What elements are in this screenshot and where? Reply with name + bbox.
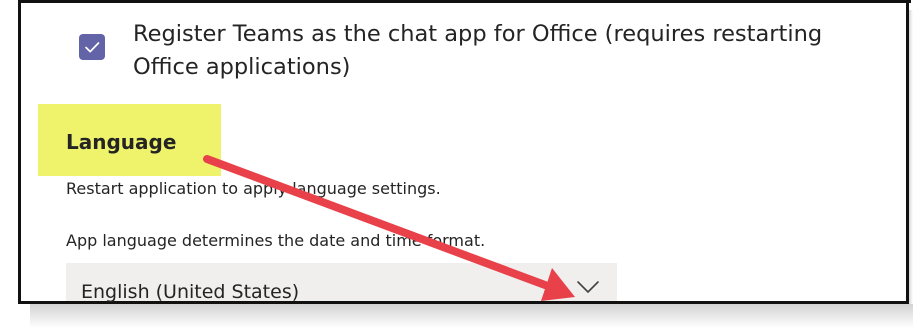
app-language-dropdown[interactable]: English (United States) (66, 263, 617, 303)
panel-shadow-right (909, 10, 913, 328)
language-restart-note: Restart application to apply language se… (66, 179, 441, 198)
panel-border-right (906, 0, 909, 304)
language-section-title: Language (66, 130, 177, 154)
panel-border-left (18, 0, 21, 304)
chat-app-checkbox[interactable] (79, 34, 105, 60)
chat-app-checkbox-label[interactable]: Register Teams as the chat app for Offic… (133, 18, 893, 84)
panel-shadow-bottom (30, 304, 913, 328)
checkmark-icon (85, 42, 100, 53)
settings-panel: Register Teams as the chat app for Offic… (0, 0, 913, 332)
selected-language: English (United States) (81, 281, 300, 303)
date-format-note: App language determines the date and tim… (66, 231, 486, 250)
chevron-down-icon[interactable] (575, 277, 601, 297)
panel-border-top (18, 0, 911, 3)
